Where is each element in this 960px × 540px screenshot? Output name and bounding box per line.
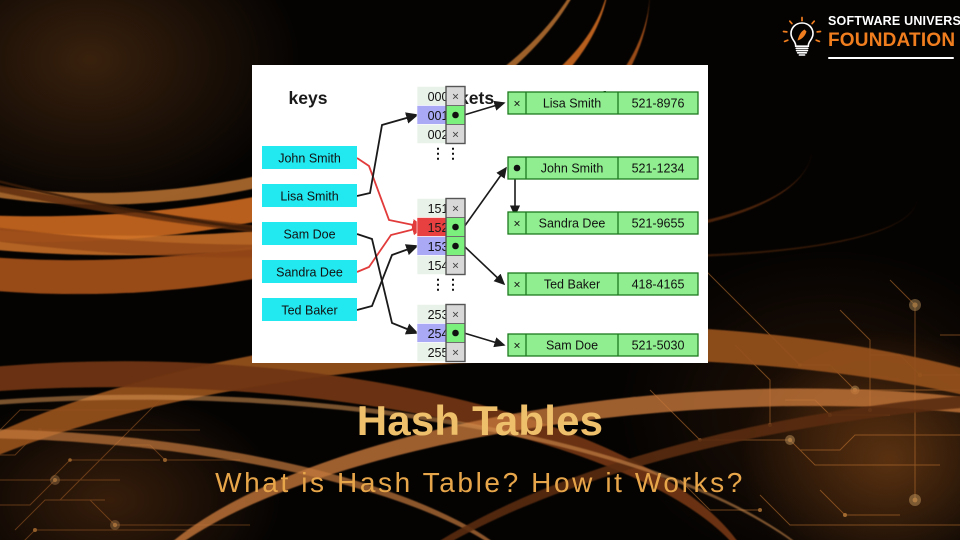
entries-column: × Lisa Smith 521-8976 John Smith 521-1234 × Sa… <box>507 91 699 357</box>
connector-bucket152-to-john-smith <box>463 166 507 228</box>
bucket-null-mark: × <box>452 202 459 216</box>
logo-line-software-university: SOFTWARE UNIVERSITY <box>828 14 960 28</box>
connector-bucket153-to-ted-baker <box>463 245 506 286</box>
entry-name: Sam Doe <box>546 339 598 353</box>
page-subtitle: What is Hash Table? How it Works? <box>215 467 745 498</box>
bucket-ellipsis: ⋮ <box>431 145 445 161</box>
slide-canvas: SOFTWARE UNIVERSITY FOUNDATION keys buck… <box>0 0 960 540</box>
entry-phone: 521-5030 <box>632 339 685 353</box>
bucket-ellipsis: ⋮ <box>431 276 445 292</box>
connector-john-smith-to-152 <box>356 157 425 231</box>
bucket-null-mark: × <box>452 346 459 360</box>
column-header-keys: keys <box>289 88 328 108</box>
page-title: Hash Tables <box>356 397 604 444</box>
softuni-foundation-logo: SOFTWARE UNIVERSITY FOUNDATION <box>778 8 960 66</box>
entry-name: Lisa Smith <box>543 97 601 111</box>
hash-table-diagram: keys buckets entries <box>262 85 699 363</box>
connector-sandra-dee-to-152 <box>356 224 425 273</box>
bucket-null-mark: × <box>452 308 459 322</box>
entry-next-null: × <box>513 97 520 111</box>
bucket-pointer-dot <box>452 223 459 231</box>
slot-ellipsis: ⋮ <box>446 276 460 292</box>
bucket-pointer-dot <box>452 329 459 337</box>
entry-next-null: × <box>513 339 520 353</box>
key-label: Sandra Dee <box>276 266 343 280</box>
bucket-pointer-dot <box>452 242 459 250</box>
entry-next-pointer <box>513 164 521 172</box>
entry-phone: 418-4165 <box>632 278 685 292</box>
keys-column: John Smith Lisa Smith Sam Doe Sandra Dee Ted… <box>262 146 357 321</box>
bucket-pointer-dot <box>452 111 459 119</box>
connector-bucket254-to-sam-doe <box>463 332 506 348</box>
entry-name: Sandra Dee <box>539 217 606 231</box>
bucket-null-mark: × <box>452 128 459 142</box>
connector-lisa-smith-to-001 <box>356 112 419 197</box>
lightbulb-icon <box>782 16 822 56</box>
bucket-null-mark: × <box>452 90 459 104</box>
logo-text-block: SOFTWARE UNIVERSITY FOUNDATION <box>828 14 960 51</box>
key-label: Sam Doe <box>283 228 335 242</box>
logo-line-foundation: FOUNDATION <box>828 30 956 51</box>
entry-phone: 521-1234 <box>632 162 685 176</box>
entry-next-null: × <box>513 217 520 231</box>
logo-underline <box>828 57 954 59</box>
bucket-null-mark: × <box>452 259 459 273</box>
ribbon-bottom-3 <box>107 352 960 540</box>
buckets-column: 000 ×001002 ×⋮ ⋮151 ×152153154 ×⋮ ⋮253 ×254255 × <box>416 85 466 363</box>
entry-name: John Smith <box>541 162 604 176</box>
key-label: John Smith <box>278 152 341 166</box>
key-label: Ted Baker <box>281 304 337 318</box>
entry-phone: 521-9655 <box>632 217 685 231</box>
key-label: Lisa Smith <box>280 190 338 204</box>
entry-phone: 521-8976 <box>632 97 685 111</box>
slot-ellipsis: ⋮ <box>446 145 460 161</box>
entry-next-null: × <box>513 278 520 292</box>
entry-name: Ted Baker <box>544 278 600 292</box>
hash-table-diagram-panel: keys buckets entries <box>252 65 708 363</box>
